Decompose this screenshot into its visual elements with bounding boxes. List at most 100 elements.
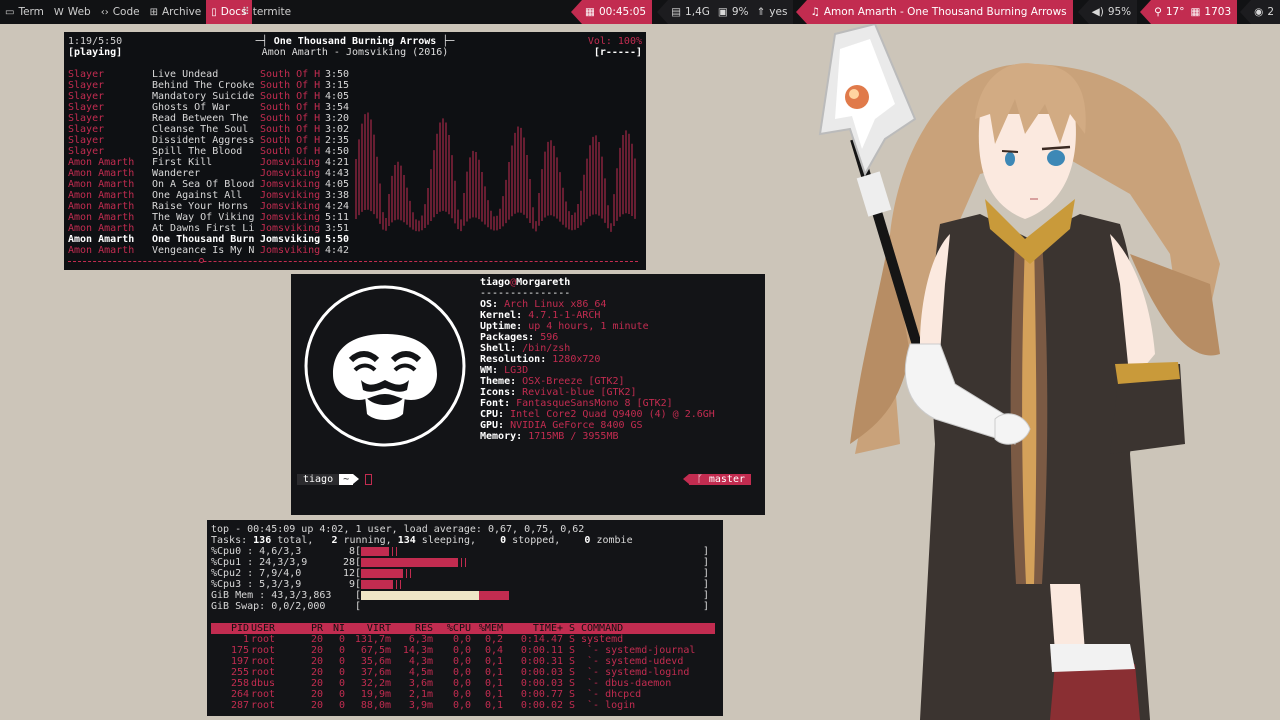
shell-prompt[interactable]: tiago ~ — [297, 474, 373, 485]
info-rows: OS: Arch Linux x86_64 Kernel: 4.7.1-1-ARC… — [480, 299, 765, 442]
now-playing[interactable]: ♫ Amon Amarth - One Thousand Burning Arr… — [796, 0, 1073, 24]
notifications[interactable]: ◉ 2 — [1240, 0, 1280, 24]
info-value: FantasqueSansMono 8 [GTK2] — [516, 398, 673, 409]
host-line: tiago@Morgareth — [480, 277, 765, 288]
cpu-label: %Cpu2 : 7,9/4,0 — [211, 568, 302, 579]
process-row[interactable]: 1 root 20 0 131,7m 6,3m 0,0 0,2 0:14.47 Ssystemd — [211, 634, 715, 645]
playlist-row[interactable]: Slayer Cleanse The Soul South Of H 3:02 — [68, 124, 368, 135]
track-title: Ghosts Of War — [152, 102, 231, 113]
neofetch-terminal[interactable]: tiago@Morgareth --------------- OS: Arch… — [291, 274, 765, 515]
process-nice: 0 — [338, 678, 345, 689]
cpu-percent: 9 — [348, 579, 355, 590]
temperature-display: ⚲ 17° ▦ 1703 — [1140, 0, 1238, 24]
process-mem: 0,4 — [484, 645, 503, 656]
git-branch-indicator: ᚴ master — [682, 474, 751, 485]
track-album: South Of H — [260, 113, 321, 124]
playlist-row[interactable]: Slayer Ghosts Of War South Of H 3:54 — [68, 102, 368, 113]
track-artist: Slayer — [68, 80, 105, 91]
track-title: The Way Of Viking — [152, 212, 255, 223]
process-table-header: PID USER PR NI VIRT RES %CPU %MEM TIME+ S COMMAND — [211, 623, 715, 634]
text-cursor[interactable] — [365, 474, 373, 485]
playlist-row[interactable]: Amon Amarth On A Sea Of Blood Jomsviking 4:… — [68, 179, 368, 190]
top-process-monitor[interactable]: top - 00:45:09 up 4:02, 1 user, load ave… — [207, 520, 723, 716]
process-row[interactable]: 197 root 20 0 35,6m 4,3m 0,0 0,1 0:00.31 S `- sys… — [211, 656, 715, 667]
process-priority: 20 — [310, 678, 323, 689]
process-time: 0:00.31 — [520, 656, 563, 667]
track-length: 3:15 — [325, 80, 350, 91]
info-line: Icons: Revival-blue [GTK2] — [480, 387, 765, 398]
temperature-value: 17° — [1165, 6, 1185, 18]
workspace-web[interactable]: W Web — [49, 0, 96, 24]
thermometer-icon: ⚲ — [1154, 6, 1162, 18]
swap-bracket-close: ] — [703, 601, 710, 612]
track-length: 5:11 — [325, 212, 350, 223]
process-row[interactable]: 255 root 20 0 37,6m 4,5m 0,0 0,1 0:00.03 S `- sys… — [211, 667, 715, 678]
process-row[interactable]: 264 root 20 0 19,9m 2,1m 0,0 0,1 0:00.77 S `- dhc… — [211, 689, 715, 700]
process-state: S — [569, 667, 576, 678]
process-virt: 19,9m — [360, 689, 391, 700]
playlist-row[interactable]: Amon Amarth Raise Your Horns Jomsviking 4:2… — [68, 201, 368, 212]
host-name: Morgareth — [516, 277, 571, 288]
process-cpu: 0,0 — [452, 656, 471, 667]
playback-flags: [r-----] — [593, 47, 642, 58]
playlist-row[interactable]: Amon Amarth First Kill Jomsviking 4:21 — [68, 157, 368, 168]
track-artist: Amon Amarth — [68, 201, 135, 212]
workspace-code[interactable]: ‹› Code — [96, 0, 145, 24]
process-row[interactable]: 287 root 20 0 88,0m 3,9m 0,0 0,1 0:00.02 S `- log… — [211, 700, 715, 711]
column-header-command: COMMAND — [581, 623, 624, 634]
process-row[interactable]: 175 root 20 0 67,5m 14,3m 0,0 0,4 0:00.11 S `- sy… — [211, 645, 715, 656]
playlist-row[interactable]: Amon Amarth One Against All Jomsviking 3:38 — [68, 190, 368, 201]
playlist-row[interactable]: Slayer Mandatory Suicide South Of H 4:05 — [68, 91, 368, 102]
volume[interactable]: ◀) 95% — [1077, 0, 1138, 24]
host-user: tiago — [480, 277, 511, 288]
process-pid: 264 — [230, 689, 249, 700]
track-artist: Slayer — [68, 91, 105, 102]
track-artist: Slayer — [68, 124, 105, 135]
track-album: South Of H — [260, 102, 321, 113]
playlist-row[interactable]: Slayer Behind The Crooke South Of H 3:15 — [68, 80, 368, 91]
player-header-row2: [playing] Amon Amarth - Jomsviking (2016… — [68, 47, 642, 58]
playlist-row[interactable]: Amon Amarth Wanderer Jomsviking 4:43 — [68, 168, 368, 179]
process-nice: 0 — [338, 700, 345, 711]
track-artist: Amon Amarth — [68, 168, 135, 179]
music-player-window[interactable]: 1:19/5:50 ─┤ One Thousand Burning Arrows… — [64, 32, 646, 270]
track-artist: Slayer — [68, 102, 105, 113]
track-artist: Amon Amarth — [68, 190, 135, 201]
playlist-row[interactable]: Amon Amarth Vengeance Is My N Jomsviking 4:… — [68, 245, 368, 256]
playlist-row[interactable]: Amon Amarth The Way Of Viking Jomsviking 5:… — [68, 212, 368, 223]
workspace-term[interactable]: ▭ Term — [0, 0, 49, 24]
process-state: S — [569, 645, 576, 656]
tasks-sleeping: 134 — [397, 535, 416, 546]
grid-icon: ⠿ — [242, 6, 250, 18]
info-line: Packages: 596 — [480, 332, 765, 343]
info-key: Shell: — [480, 343, 517, 354]
cpu-bar-tail — [402, 569, 413, 578]
player-volume[interactable]: Vol: 100% — [588, 36, 642, 47]
process-row[interactable]: 258 dbus 20 0 32,2m 3,6m 0,0 0,1 0:00.03 S `- dbu… — [211, 678, 715, 689]
info-key: Resolution: — [480, 354, 547, 365]
process-time: 0:14.47 — [520, 634, 563, 645]
tasks-label: Tasks: — [211, 535, 248, 546]
progress-knob[interactable] — [199, 258, 205, 263]
process-nice: 0 — [338, 645, 345, 656]
track-album: Jomsviking — [260, 212, 321, 223]
playlist-row[interactable]: Slayer Live Undead South Of H 3:50 — [68, 69, 368, 80]
mem-cache-bar — [479, 591, 510, 600]
process-command: `- dbus-daemon — [581, 678, 672, 689]
top-panel: ▭ Term W Web ‹› Code ⊞ Archive ▯ Docs ⠿ … — [0, 0, 1280, 24]
playlist-row[interactable]: Slayer Spill The Blood South Of H 4:50 — [68, 146, 368, 157]
playlist-row-current[interactable]: Amon Amarth One Thousand Burn Jomsviking 5:… — [68, 234, 368, 245]
cpu-bar — [361, 547, 389, 556]
cpu-bar-tail — [391, 580, 402, 589]
git-branch-icon: ᚴ — [696, 474, 709, 485]
playlist-row[interactable]: Slayer Dissident Aggress South Of H 2:35 — [68, 135, 368, 146]
track-album: Jomsviking — [260, 234, 321, 245]
calendar-icon: ▦ — [585, 6, 595, 18]
process-virt: 35,6m — [360, 656, 391, 667]
process-mem: 0,1 — [484, 689, 503, 700]
playlist-row[interactable]: Slayer Read Between The South Of H 3:20 — [68, 113, 368, 124]
playlist-row[interactable]: Amon Amarth At Dawns First Li Jomsviking 3:… — [68, 223, 368, 234]
progress-bar[interactable] — [68, 261, 638, 262]
process-cpu: 0,0 — [452, 634, 471, 645]
workspace-archive[interactable]: ⊞ Archive — [145, 0, 207, 24]
